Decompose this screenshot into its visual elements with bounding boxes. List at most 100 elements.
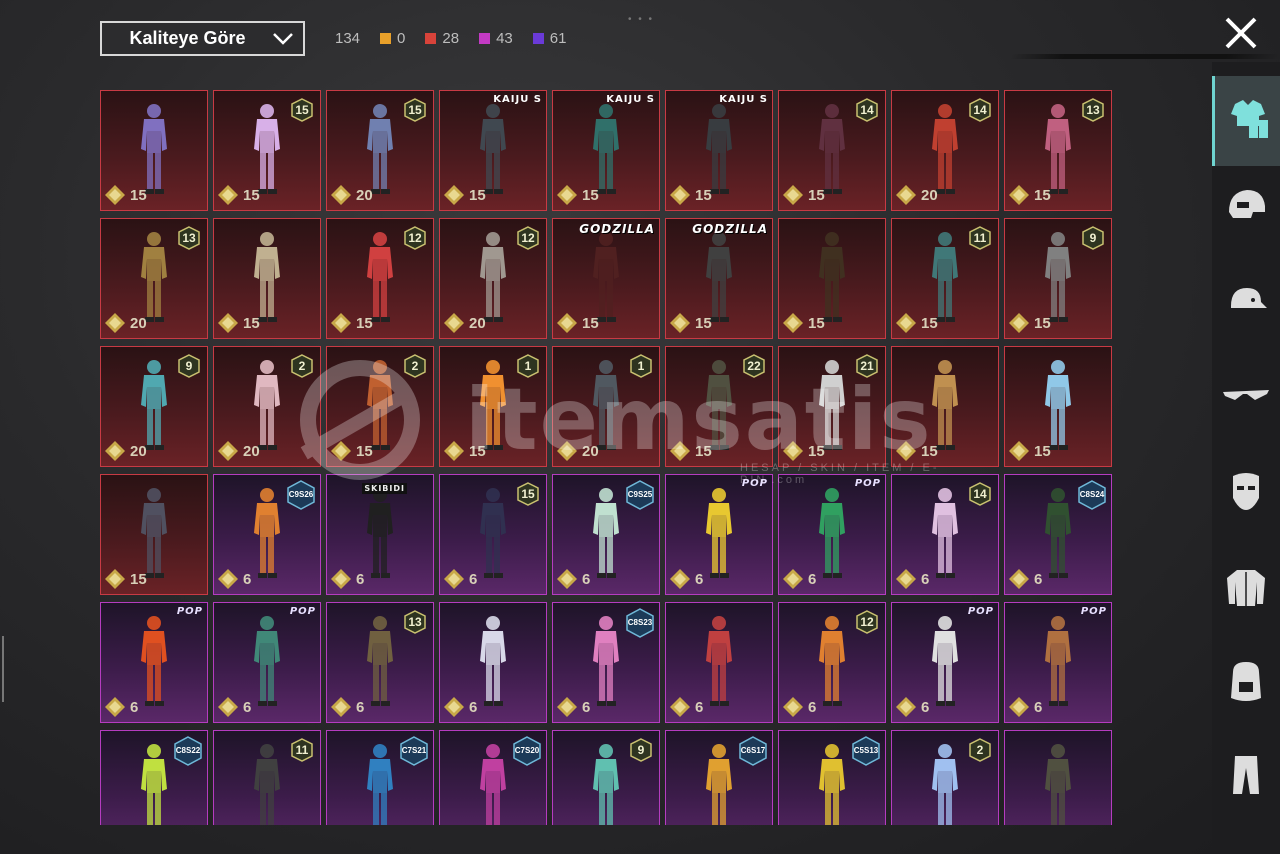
outfit-card[interactable]: 15 xyxy=(891,346,999,467)
outfit-card[interactable]: POP 6 xyxy=(778,474,886,595)
value-row: 6 xyxy=(330,568,364,590)
outfit-figure-icon xyxy=(480,488,506,578)
outfit-card[interactable]: 15 xyxy=(100,474,208,595)
item-value: 15 xyxy=(582,314,599,332)
outfit-card[interactable]: 1 15 xyxy=(439,346,547,467)
outfit-card[interactable]: C8S22 xyxy=(100,730,208,825)
outfit-card[interactable]: 9 xyxy=(552,730,660,825)
outfit-card[interactable]: 21 15 xyxy=(778,346,886,467)
outfit-figure-icon xyxy=(367,488,393,578)
outfit-card[interactable]: C8S23 6 xyxy=(552,602,660,723)
outfit-card[interactable] xyxy=(1004,730,1112,825)
outfit-card[interactable]: POP 6 xyxy=(891,602,999,723)
value-row: 6 xyxy=(104,696,138,718)
rarity-swatch xyxy=(425,33,437,44)
outfit-card[interactable]: 14 20 xyxy=(891,90,999,211)
item-value: 15 xyxy=(695,186,712,204)
outfit-card[interactable]: 12 6 xyxy=(778,602,886,723)
outfit-card[interactable]: 14 15 xyxy=(778,90,886,211)
value-row: 6 xyxy=(669,568,703,590)
brand-tag: POP xyxy=(289,606,316,617)
outfit-card[interactable]: 15 xyxy=(778,218,886,339)
outfit-card[interactable]: 12 20 xyxy=(439,218,547,339)
outfit-card[interactable]: C9S25 6 xyxy=(552,474,660,595)
outfit-card[interactable]: C9S26 6 xyxy=(213,474,321,595)
sidebar-category-glasses[interactable] xyxy=(1212,352,1280,442)
item-value: 6 xyxy=(356,698,365,716)
outfit-card[interactable]: KAIJU S 15 xyxy=(552,90,660,211)
value-row: 20 xyxy=(330,184,373,206)
value-row: 6 xyxy=(556,568,590,590)
pants-icon xyxy=(1223,752,1269,803)
season-badge: C7S20 xyxy=(512,736,542,766)
outfit-card[interactable]: 14 6 xyxy=(891,474,999,595)
close-button[interactable] xyxy=(1222,14,1260,52)
outfit-card[interactable]: C6S17 xyxy=(665,730,773,825)
item-value: 6 xyxy=(695,698,704,716)
outfit-card[interactable]: 6 xyxy=(665,602,773,723)
outfit-card[interactable]: 12 15 xyxy=(326,218,434,339)
diamond-currency-icon xyxy=(670,441,690,461)
outfit-card[interactable]: C5S13 xyxy=(778,730,886,825)
sidebar-category-helmet[interactable] xyxy=(1212,162,1280,252)
outfit-card[interactable]: POP 6 xyxy=(1004,602,1112,723)
diamond-currency-icon xyxy=(105,569,125,589)
outfit-card[interactable]: 9 15 xyxy=(1004,218,1112,339)
value-row: 15 xyxy=(1008,184,1051,206)
sidebar-category-pants[interactable] xyxy=(1212,732,1280,822)
outfit-card[interactable]: 15 xyxy=(1004,346,1112,467)
value-row: 15 xyxy=(1008,440,1051,462)
cap-icon xyxy=(1223,278,1269,329)
value-row: 20 xyxy=(217,440,260,462)
value-row: 20 xyxy=(104,312,147,334)
item-value: 6 xyxy=(808,698,817,716)
outfit-card[interactable]: SKIBIDI 6 xyxy=(326,474,434,595)
outfit-card[interactable]: GODZILLA 15 xyxy=(665,218,773,339)
outfit-figure-icon xyxy=(141,616,167,706)
inventory-grid: 15 15 15 15 20 KAIJU S 15 KAIJU S 15 KAIJU S 15 14 1… xyxy=(100,90,1115,825)
value-row: 6 xyxy=(895,568,929,590)
rarity-swatch xyxy=(532,33,544,44)
outfit-card[interactable]: C7S20 xyxy=(439,730,547,825)
season-badge: C6S17 xyxy=(738,736,768,766)
outfit-card[interactable]: 15 xyxy=(213,218,321,339)
outfit-figure-icon xyxy=(367,360,393,450)
outfit-card[interactable]: 2 xyxy=(891,730,999,825)
outfit-card[interactable]: 9 20 xyxy=(100,346,208,467)
outfit-card[interactable]: 1 20 xyxy=(552,346,660,467)
outfit-card[interactable]: 13 15 xyxy=(1004,90,1112,211)
sidebar-category-backpack[interactable] xyxy=(1212,638,1280,728)
diamond-currency-icon xyxy=(105,441,125,461)
outfit-card[interactable]: POP 6 xyxy=(100,602,208,723)
season-badge: C9S26 xyxy=(286,480,316,510)
outfit-card[interactable]: 11 xyxy=(213,730,321,825)
sidebar-category-outfit[interactable] xyxy=(1212,76,1280,166)
sidebar-category-jacket[interactable] xyxy=(1212,544,1280,634)
outfit-card[interactable]: 2 20 xyxy=(213,346,321,467)
outfit-card[interactable]: GODZILLA 15 xyxy=(552,218,660,339)
outfit-card[interactable]: POP 6 xyxy=(665,474,773,595)
value-row: 15 xyxy=(895,440,938,462)
outfit-card[interactable]: POP 6 xyxy=(213,602,321,723)
diamond-currency-icon xyxy=(331,569,351,589)
sidebar-category-cap[interactable] xyxy=(1212,258,1280,348)
outfit-card[interactable]: 11 15 xyxy=(891,218,999,339)
outfit-card[interactable]: 2 15 xyxy=(326,346,434,467)
sort-dropdown[interactable]: Kaliteye Göre xyxy=(100,21,305,56)
outfit-card[interactable]: KAIJU S 15 xyxy=(439,90,547,211)
outfit-card[interactable]: C7S21 xyxy=(326,730,434,825)
item-value: 6 xyxy=(469,570,478,588)
outfit-card[interactable]: 15 6 xyxy=(439,474,547,595)
outfit-card[interactable]: 15 20 xyxy=(326,90,434,211)
outfit-card[interactable]: KAIJU S 15 xyxy=(665,90,773,211)
sidebar-category-mask[interactable] xyxy=(1212,448,1280,538)
outfit-card[interactable]: C8S24 6 xyxy=(1004,474,1112,595)
chevron-down-icon xyxy=(263,23,303,54)
outfit-card[interactable]: 22 15 xyxy=(665,346,773,467)
outfit-card[interactable]: 15 15 xyxy=(213,90,321,211)
outfit-card[interactable]: 15 xyxy=(100,90,208,211)
outfit-card[interactable]: 13 20 xyxy=(100,218,208,339)
outfit-card[interactable]: 6 xyxy=(439,602,547,723)
diamond-currency-icon xyxy=(444,313,464,333)
outfit-card[interactable]: 13 6 xyxy=(326,602,434,723)
